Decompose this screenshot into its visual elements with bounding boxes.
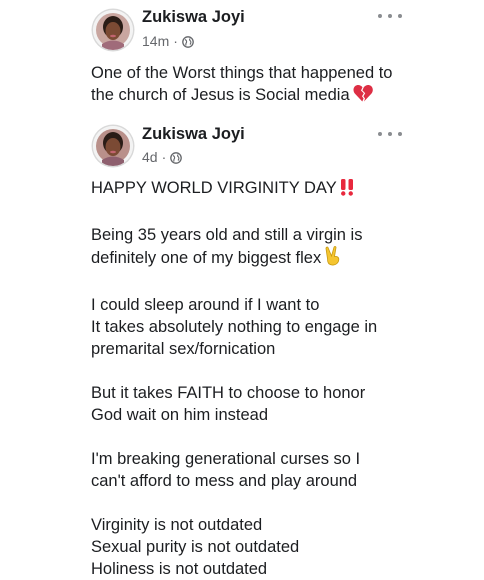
paragraph: HAPPY WORLD VIRGINITY DAY bbox=[91, 177, 411, 202]
text-line: can't afford to mess and play around bbox=[91, 472, 358, 490]
text-line: Virginity is not outdated bbox=[91, 516, 263, 534]
text-line: Sexual purity is not outdated bbox=[91, 538, 300, 556]
broken-heart-icon bbox=[353, 84, 373, 109]
double-exclamation-icon bbox=[340, 178, 354, 202]
globe-icon bbox=[182, 35, 194, 48]
meta-separator: · bbox=[173, 33, 178, 49]
globe-icon bbox=[170, 151, 183, 164]
text-line: premarital sex/fornication bbox=[91, 340, 276, 358]
post-time[interactable]: 4d bbox=[142, 149, 158, 165]
post-meta: 14m · bbox=[142, 33, 194, 49]
author-name[interactable]: Zukiswa Joyi bbox=[142, 8, 245, 27]
avatar[interactable] bbox=[93, 10, 133, 50]
text-line: Holiness is not outdated bbox=[91, 560, 268, 578]
text-line: Being 35 years old and still a virgin is bbox=[91, 226, 363, 244]
text-line: I could sleep around if I want to bbox=[91, 296, 320, 314]
post-time[interactable]: 14m bbox=[142, 33, 169, 49]
author-name[interactable]: Zukiswa Joyi bbox=[142, 125, 245, 144]
more-options-icon[interactable] bbox=[378, 10, 402, 22]
paragraph: Being 35 years old and still a virgin is… bbox=[91, 224, 411, 272]
text-line: the church of Jesus is Social media bbox=[91, 84, 411, 109]
meta-separator: · bbox=[161, 149, 167, 165]
paragraph: But it takes FAITH to choose to honor Go… bbox=[91, 382, 411, 426]
text-line: It takes absolutely nothing to engage in bbox=[91, 318, 378, 336]
text-line: I'm breaking generational curses so I bbox=[91, 450, 361, 468]
post-text: One of the Worst things that happened to… bbox=[91, 62, 411, 109]
paragraph: I'm breaking generational curses so I ca… bbox=[91, 448, 411, 492]
victory-hand-icon bbox=[324, 246, 342, 272]
text-line: HAPPY WORLD VIRGINITY DAY bbox=[91, 177, 411, 202]
post-meta: 4d · bbox=[142, 149, 183, 165]
text-line: definitely one of my biggest flex bbox=[91, 246, 411, 272]
post-text: HAPPY WORLD VIRGINITY DAY Being 35 years… bbox=[91, 177, 411, 580]
paragraph: Virginity is not outdated Sexual purity … bbox=[91, 514, 411, 580]
text-line: God wait on him instead bbox=[91, 406, 269, 424]
more-options-icon[interactable] bbox=[378, 128, 402, 140]
paragraph: I could sleep around if I want to It tak… bbox=[91, 294, 411, 360]
text-line: But it takes FAITH to choose to honor bbox=[91, 384, 366, 402]
text-line: One of the Worst things that happened to bbox=[91, 64, 393, 82]
avatar[interactable] bbox=[93, 126, 133, 166]
